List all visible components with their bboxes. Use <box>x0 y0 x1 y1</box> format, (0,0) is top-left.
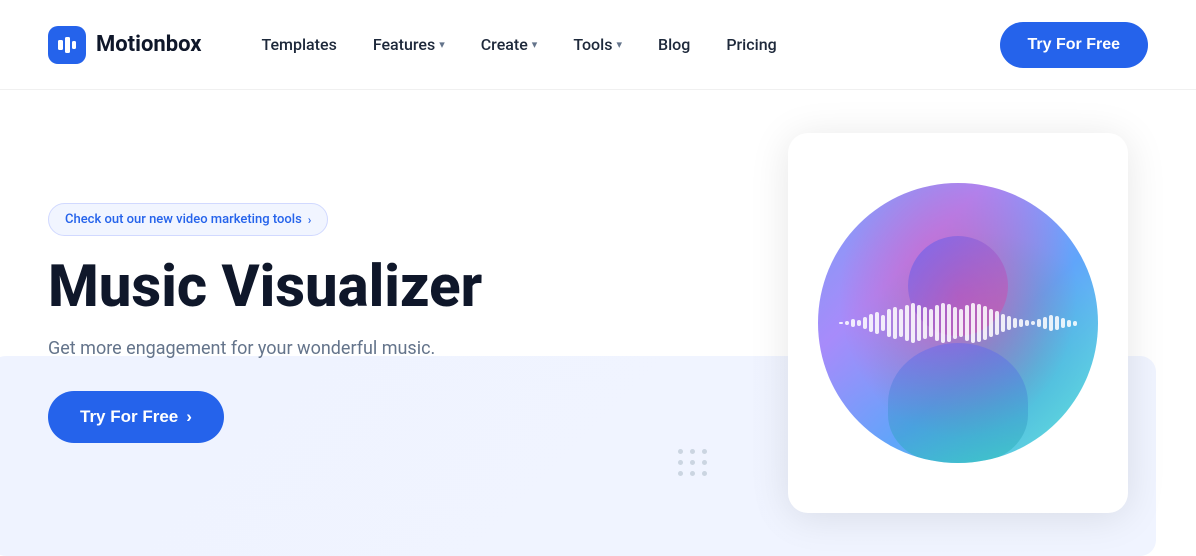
hero-section: Check out our new video marketing tools … <box>0 90 1196 556</box>
hero-subtitle: Get more engagement for your wonderful m… <box>48 338 708 359</box>
wave-bar <box>851 319 855 327</box>
hero-cta-label: Try For Free <box>80 407 178 427</box>
wave-bar <box>1067 320 1071 327</box>
wave-bar <box>893 307 897 339</box>
wave-bar <box>1037 319 1041 327</box>
waveform-overlay <box>818 303 1098 343</box>
dot-8 <box>690 471 695 476</box>
wave-bar <box>881 315 885 331</box>
nav-templates[interactable]: Templates <box>261 35 336 54</box>
wave-bar <box>923 307 927 339</box>
wave-bar <box>947 304 951 342</box>
features-chevron-icon: ▾ <box>439 38 445 51</box>
hero-cta-arrow-icon: › <box>186 407 192 427</box>
wave-bar <box>1073 321 1077 326</box>
wave-bar <box>869 314 873 332</box>
nav-features[interactable]: Features ▾ <box>373 35 445 54</box>
wave-bar <box>965 305 969 341</box>
nav-tools[interactable]: Tools ▾ <box>573 35 622 54</box>
dot-6 <box>702 460 707 465</box>
wave-bar <box>1007 316 1011 330</box>
hero-left: Check out our new video marketing tools … <box>48 90 768 556</box>
wave-bar <box>977 304 981 342</box>
announcement-arrow-icon: › <box>308 213 312 227</box>
wave-bar <box>845 321 849 325</box>
wave-bar <box>1043 317 1047 329</box>
dot-2 <box>690 449 695 454</box>
wave-bar <box>887 309 891 337</box>
wave-bar <box>971 303 975 343</box>
wave-bar <box>1013 318 1017 328</box>
nav-links: Templates Features ▾ Create ▾ Tools ▾ Bl… <box>261 35 999 54</box>
wave-bar <box>911 303 915 343</box>
wave-bar <box>935 305 939 341</box>
navbar: Motionbox Templates Features ▾ Create ▾ … <box>0 0 1196 90</box>
nav-create[interactable]: Create ▾ <box>481 35 538 54</box>
logo[interactable]: Motionbox <box>48 26 201 64</box>
wave-bar <box>1055 316 1059 330</box>
wave-bar <box>875 312 879 334</box>
dots-decoration <box>678 449 708 476</box>
logo-icon <box>48 26 86 64</box>
wave-bar <box>1001 314 1005 332</box>
wave-bar <box>941 303 945 343</box>
dot-4 <box>678 460 683 465</box>
wave-bar <box>899 309 903 337</box>
circle-visual <box>818 183 1098 463</box>
hero-right <box>768 90 1148 556</box>
nav-blog[interactable]: Blog <box>658 35 690 54</box>
wave-bar <box>989 309 993 337</box>
wave-bar <box>953 307 957 339</box>
wave-bar <box>839 322 843 324</box>
wave-bar <box>1061 318 1065 328</box>
wave-bar <box>995 311 999 335</box>
dot-9 <box>702 471 707 476</box>
dot-3 <box>702 449 707 454</box>
dot-5 <box>690 460 695 465</box>
dot-1 <box>678 449 683 454</box>
wave-bar <box>1049 315 1053 331</box>
wave-bar <box>1025 320 1029 326</box>
create-chevron-icon: ▾ <box>532 38 538 51</box>
wave-bar <box>983 306 987 340</box>
wave-bar <box>959 309 963 337</box>
announcement-text: Check out our new video marketing tools <box>65 212 302 227</box>
visual-card <box>788 133 1128 513</box>
nav-cta-button[interactable]: Try For Free <box>1000 22 1148 68</box>
announcement-pill[interactable]: Check out our new video marketing tools … <box>48 203 328 236</box>
wave-bar <box>929 309 933 337</box>
wave-bar <box>905 305 909 341</box>
tools-chevron-icon: ▾ <box>616 38 622 51</box>
dot-7 <box>678 471 683 476</box>
hero-cta-button[interactable]: Try For Free › <box>48 391 224 443</box>
hero-title: Music Visualizer <box>48 256 708 320</box>
wave-bar <box>857 320 861 326</box>
nav-pricing[interactable]: Pricing <box>726 35 776 54</box>
body-shape <box>888 343 1028 463</box>
wave-bar <box>1031 321 1035 325</box>
logo-text: Motionbox <box>96 32 201 57</box>
wave-bar <box>863 317 867 329</box>
wave-bar <box>1019 319 1023 327</box>
wave-bar <box>917 305 921 341</box>
